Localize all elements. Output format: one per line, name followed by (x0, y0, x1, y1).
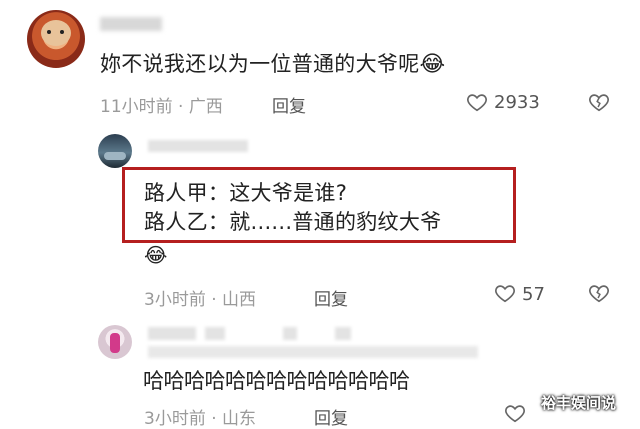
comment-time-location: 3小时前 · 山西 (144, 290, 257, 310)
comment-time-location: 11小时前 · 广西 (100, 97, 223, 117)
like-button[interactable] (466, 91, 488, 113)
username-redacted (148, 346, 478, 358)
comment-text: 哈哈哈哈哈哈哈哈哈哈哈哈哈 (143, 369, 410, 393)
user-avatar[interactable] (98, 325, 132, 359)
username-redacted (148, 140, 248, 152)
user-avatar[interactable] (27, 10, 85, 68)
username-redacted (283, 327, 297, 340)
username-redacted (335, 327, 351, 340)
dislike-button[interactable] (588, 282, 610, 308)
username-redacted (205, 327, 225, 340)
comment-time-location: 3小时前 · 山东 (144, 409, 257, 429)
user-avatar[interactable] (98, 134, 132, 168)
heart-icon (467, 94, 487, 112)
like-button[interactable] (504, 402, 526, 428)
heart-icon (505, 405, 525, 423)
broken-heart-icon (589, 94, 609, 112)
laughing-emoji-icon: 😂 (419, 52, 446, 77)
laughing-emoji-icon: 😂 (144, 243, 168, 267)
watermark: 裕丰娱间说 (541, 394, 617, 412)
heart-icon (495, 285, 515, 303)
like-count: 57 (522, 284, 545, 305)
reply-button[interactable]: 回复 (272, 92, 306, 117)
like-button[interactable] (494, 282, 516, 308)
quote-line-1: 路人甲：这大爷是谁? (144, 181, 348, 205)
reply-button[interactable]: 回复 (314, 404, 348, 429)
broken-heart-icon (589, 285, 609, 303)
like-count: 2933 (494, 92, 540, 113)
dislike-button[interactable] (588, 91, 610, 117)
username-redacted (100, 17, 162, 31)
quote-line-2: 路人乙：就......普通的豹纹大爷 (144, 210, 442, 234)
reply-button[interactable]: 回复 (314, 285, 348, 310)
comment-text: 妳不说我还以为一位普通的大爷呢😂 (100, 52, 446, 77)
username-redacted (148, 327, 196, 340)
